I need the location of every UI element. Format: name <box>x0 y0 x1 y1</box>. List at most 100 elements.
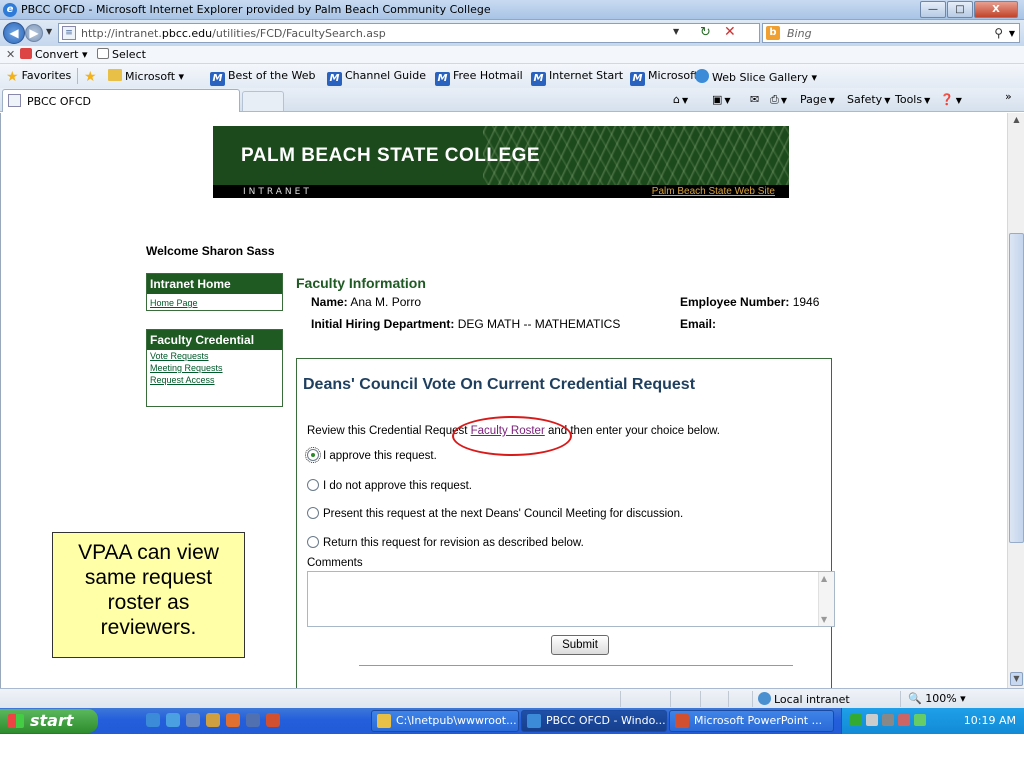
connection-icon[interactable] <box>882 714 894 726</box>
sidebar-item-vote-requests[interactable]: Vote Requests <box>147 350 282 362</box>
web-site-link[interactable]: Palm Beach State Web Site <box>652 186 775 197</box>
home-icon[interactable]: ⌂ ▼ <box>673 93 688 106</box>
intranet-globe-icon <box>758 692 771 705</box>
print-icon[interactable]: ⎙ ▼ <box>770 93 787 107</box>
stop-icon[interactable]: ✕ <box>724 24 736 40</box>
option-approve[interactable]: I approve this request. <box>305 447 437 463</box>
convert-button[interactable]: Convert ▾ <box>20 48 88 61</box>
browser-quicklaunch-icon[interactable] <box>166 713 180 727</box>
employee-number: Employee Number: 1946 <box>680 295 820 309</box>
media-quicklaunch-icon[interactable] <box>226 713 240 727</box>
recent-pages-dropdown-icon[interactable]: ▼ <box>46 27 52 36</box>
help-icon[interactable]: ❓ ▼ <box>940 93 962 106</box>
msn-icon: M <box>531 72 546 86</box>
search-dropdown-icon[interactable]: ▼ <box>1009 29 1015 38</box>
select-icon <box>97 48 109 59</box>
app-quicklaunch-icon[interactable] <box>206 713 220 727</box>
maximize-button[interactable]: □ <box>947 1 973 18</box>
address-url[interactable]: http://intranet.pbcc.edu/utilities/FCD/F… <box>81 27 386 40</box>
safety-menu[interactable]: Safety ▼ <box>847 93 890 106</box>
fav-microsoft-2[interactable]: M Microsoft <box>630 69 698 86</box>
submit-button[interactable]: Submit <box>551 635 609 655</box>
tools-menu[interactable]: Tools ▼ <box>895 93 930 106</box>
page-icon <box>8 94 21 107</box>
faculty-name: Name: Ana M. Porro <box>311 295 422 309</box>
scroll-down-icon[interactable]: ▼ <box>1010 672 1023 686</box>
page-icon: ≡ <box>62 26 76 40</box>
zoom-level[interactable]: 🔍 100% ▾ <box>908 692 966 705</box>
minimize-button[interactable]: — <box>920 1 946 18</box>
address-dropdown-icon[interactable]: ▼ <box>673 27 679 36</box>
tab-pbcc-ofcd[interactable]: PBCC OFCD <box>2 89 240 112</box>
address-bar[interactable]: ≡ http://intranet.pbcc.edu/utilities/FCD… <box>58 23 760 43</box>
scroll-up-icon[interactable]: ▲ <box>1010 115 1023 129</box>
sidebar-intranet-home: Intranet Home Home Page <box>146 273 283 311</box>
window-title: PBCC OFCD - Microsoft Internet Explorer … <box>21 3 491 16</box>
divider <box>359 665 793 666</box>
word-quicklaunch-icon[interactable] <box>246 713 260 727</box>
sidebar-item-meeting-requests[interactable]: Meeting Requests <box>147 362 282 374</box>
taskbar: start C:\Inetpub\wwwroot... PBCC OFCD - … <box>0 708 1024 768</box>
fav-microsoft[interactable]: Microsoft ▾ <box>108 69 184 83</box>
back-button[interactable]: ◀ <box>3 22 25 44</box>
favorites-button[interactable]: ★ Favorites <box>6 69 71 85</box>
security-zone: Local intranet <box>758 692 850 706</box>
chevron-more-icon[interactable]: » <box>1005 90 1012 103</box>
fav-channel-guide[interactable]: M Channel Guide <box>327 69 426 86</box>
close-button[interactable]: X <box>974 1 1018 18</box>
task-explorer-window[interactable]: C:\Inetpub\wwwroot... <box>371 710 519 732</box>
start-button[interactable]: start <box>0 709 98 733</box>
sidebar-heading: Intranet Home <box>147 274 282 294</box>
task-ie-window[interactable]: PBCC OFCD - Windo... <box>521 710 667 732</box>
scroll-thumb[interactable] <box>1009 233 1024 543</box>
new-tab-button[interactable] <box>242 91 284 111</box>
fav-web-slice-gallery[interactable]: Web Slice Gallery ▾ <box>695 69 817 84</box>
mail-icon[interactable]: ✉ <box>750 93 759 106</box>
radio-not-approve[interactable] <box>307 479 319 491</box>
favorites-bar: ★ Favorites ★ Microsoft ▾ M Best of the We… <box>0 64 1024 88</box>
powerpoint-quicklaunch-icon[interactable] <box>266 713 280 727</box>
option-return[interactable]: Return this request for revision as desc… <box>307 536 584 549</box>
ie-quicklaunch-icon[interactable] <box>146 713 160 727</box>
sidebar-faculty-credential: Faculty Credential Vote Requests Meeting… <box>146 329 283 407</box>
sidebar-item-request-access[interactable]: Request Access <box>147 374 282 386</box>
bing-icon: b <box>766 26 780 40</box>
option-not-approve[interactable]: I do not approve this request. <box>307 479 472 492</box>
intranet-label: INTRANET <box>243 187 312 197</box>
network-icon[interactable] <box>850 714 862 726</box>
refresh-icon[interactable]: ↻ <box>700 25 711 40</box>
security-icon[interactable] <box>898 714 910 726</box>
close-toolbar-icon[interactable]: ✕ <box>6 48 15 61</box>
task-powerpoint-window[interactable]: Microsoft PowerPoint ... <box>669 710 834 732</box>
folder-icon <box>377 714 391 728</box>
desktop-quicklaunch-icon[interactable] <box>186 713 200 727</box>
fav-internet-start[interactable]: M Internet Start <box>531 69 623 86</box>
page-scrollbar[interactable]: ▲ ▼ <box>1007 113 1024 688</box>
volume-icon[interactable] <box>866 714 878 726</box>
college-name: PALM BEACH STATE COLLEGE <box>241 145 541 166</box>
radio-present[interactable] <box>307 507 319 519</box>
textarea-scrollbar[interactable]: ▲ ▼ <box>818 572 834 626</box>
faculty-info-heading: Faculty Information <box>296 275 426 291</box>
msn-icon: M <box>435 72 450 86</box>
fav-free-hotmail[interactable]: M Free Hotmail <box>435 69 523 86</box>
select-button[interactable]: Select <box>97 48 146 61</box>
search-input[interactable]: Bing <box>787 27 812 40</box>
vote-panel: Deans' Council Vote On Current Credentia… <box>296 358 835 688</box>
page-menu[interactable]: Page ▼ <box>800 93 835 106</box>
sidebar-heading: Faculty Credential <box>147 330 282 350</box>
add-favorites-icon[interactable]: ★ <box>84 69 100 85</box>
comments-textarea[interactable]: ▲ ▼ <box>307 571 835 627</box>
radio-return[interactable] <box>307 536 319 548</box>
fav-best-of-web[interactable]: M Best of the Web <box>210 69 315 86</box>
feeds-icon[interactable]: ▣ ▼ <box>712 93 731 106</box>
update-icon[interactable] <box>914 714 926 726</box>
forward-button[interactable]: ▶ <box>25 24 43 42</box>
radio-approve[interactable] <box>305 447 321 463</box>
search-icon[interactable]: ⚲ <box>994 26 1003 40</box>
sidebar-item-home-page[interactable]: Home Page <box>147 297 282 309</box>
search-box[interactable]: b Bing ⚲ ▼ <box>762 23 1020 43</box>
below-taskbar <box>0 734 1024 768</box>
option-present[interactable]: Present this request at the next Deans' … <box>307 507 683 520</box>
star-icon: ★ <box>6 69 19 85</box>
